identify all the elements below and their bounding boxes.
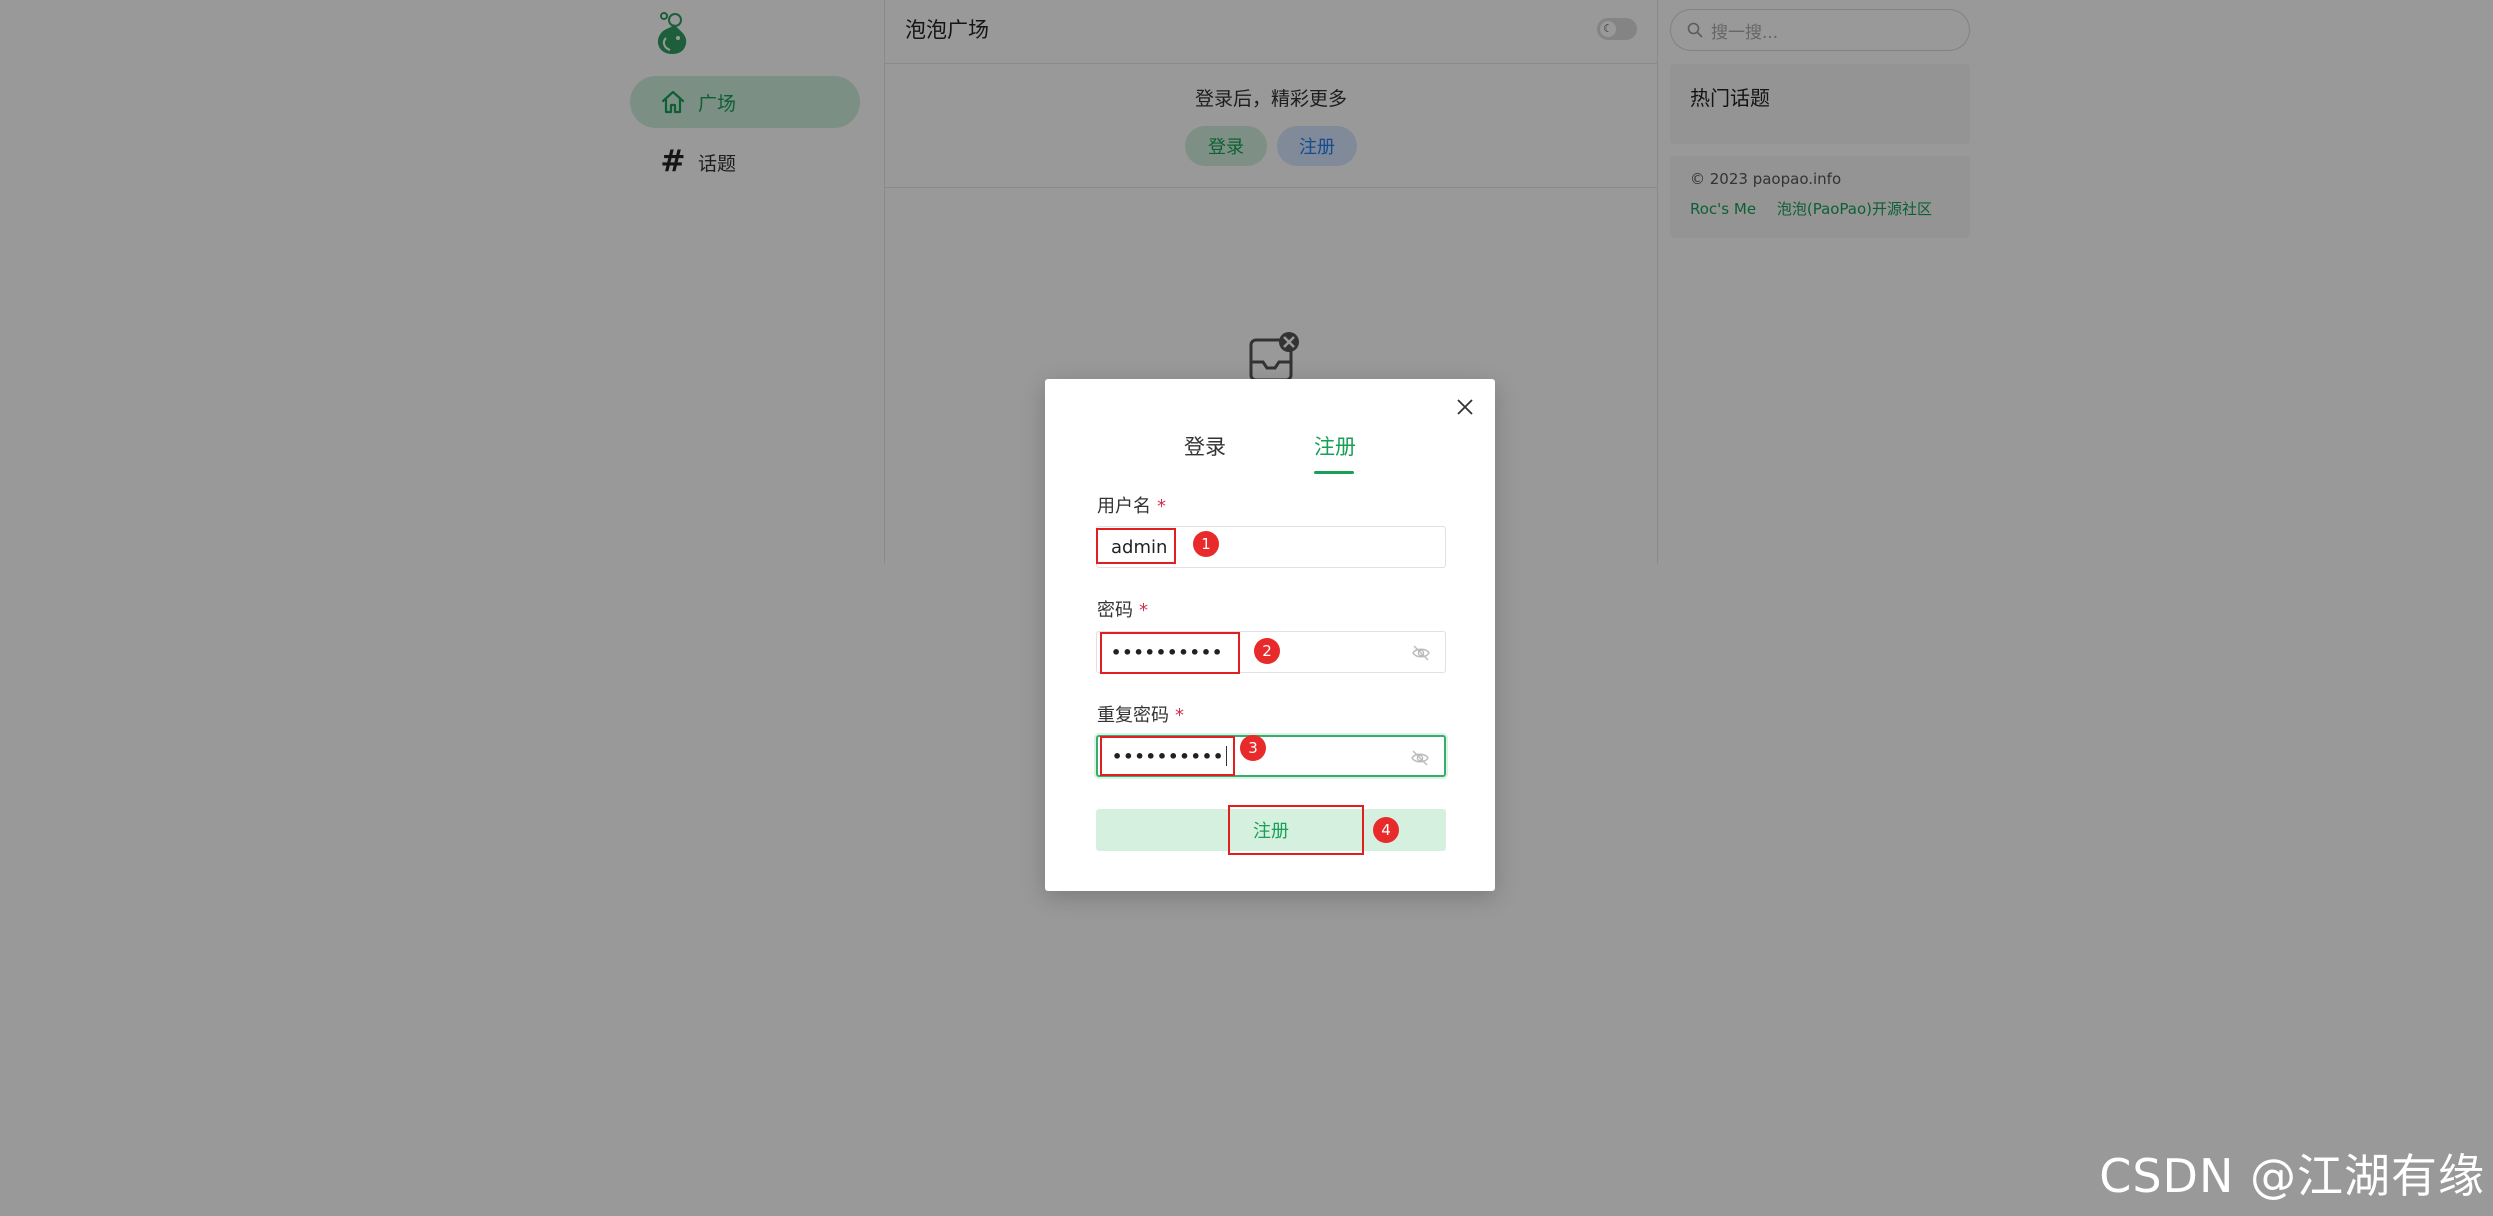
annotation-marker-2: 2: [1254, 638, 1280, 664]
auth-modal: 登录 注册 用户名 * admin 密码 * •••••••••• 重复密码 * ••…: [1045, 379, 1495, 891]
annotation-marker-3: 3: [1240, 735, 1266, 761]
password-label: 密码 *: [1097, 596, 1148, 622]
username-label: 用户名 *: [1097, 492, 1166, 518]
annotation-marker-1: 1: [1193, 531, 1219, 557]
annotation-box-username: [1096, 528, 1176, 564]
repeat-password-label: 重复密码 *: [1097, 701, 1184, 727]
annotation-box-repeat-password: [1100, 736, 1235, 776]
repeat-password-label-text: 重复密码: [1097, 705, 1169, 726]
annotation-box-password: [1100, 632, 1240, 674]
annotation-marker-4: 4: [1373, 817, 1399, 843]
username-label-text: 用户名: [1097, 496, 1151, 517]
required-mark: *: [1175, 705, 1184, 726]
eye-off-icon[interactable]: [1410, 748, 1430, 768]
required-mark: *: [1139, 600, 1148, 621]
tab-register[interactable]: 注册: [1314, 431, 1356, 461]
tab-login[interactable]: 登录: [1184, 431, 1226, 461]
eye-off-icon[interactable]: [1411, 643, 1431, 663]
close-icon[interactable]: [1451, 393, 1479, 421]
password-label-text: 密码: [1097, 600, 1133, 621]
auth-tabs: 登录 注册: [1045, 431, 1495, 474]
annotation-box-submit: [1228, 805, 1364, 855]
required-mark: *: [1157, 496, 1166, 517]
active-tab-indicator: [1314, 471, 1354, 474]
watermark: CSDN @江湖有缘: [2099, 1149, 2485, 1203]
